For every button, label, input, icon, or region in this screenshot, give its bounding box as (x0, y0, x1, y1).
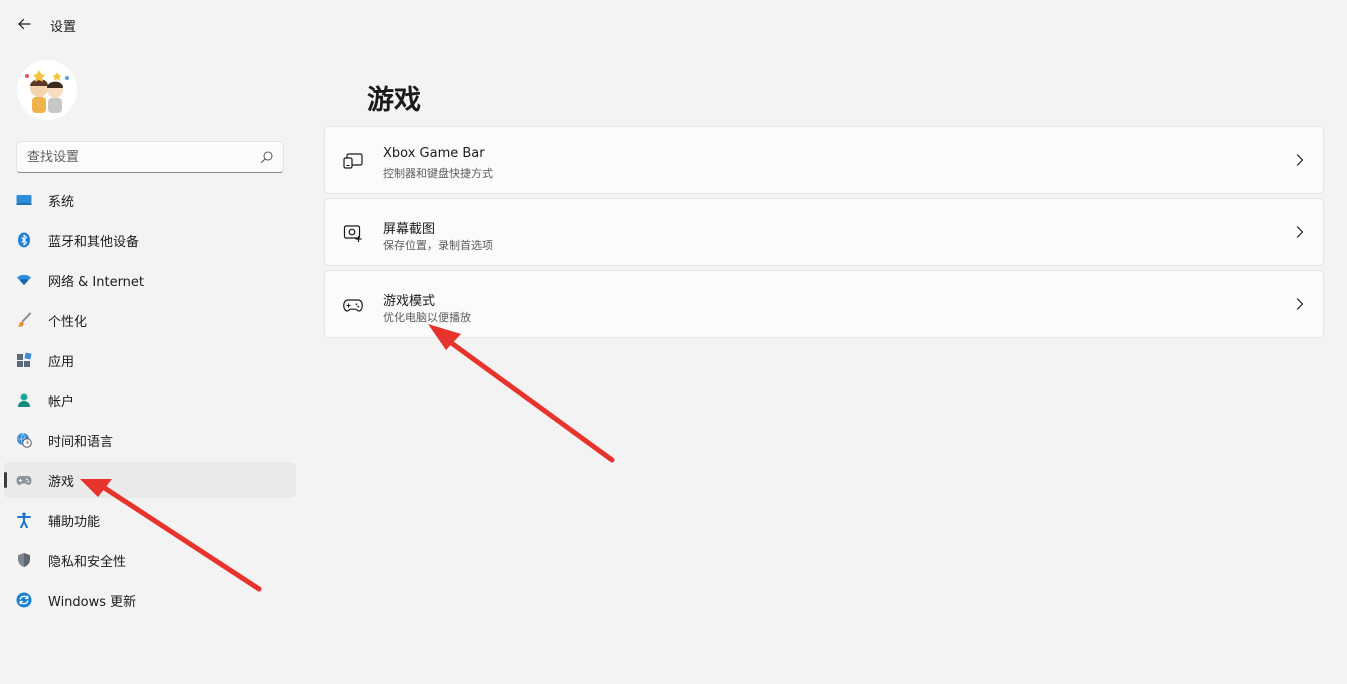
arrow-to-game-mode (428, 324, 615, 463)
selection-indicator (4, 472, 7, 488)
chevron-right-icon (1296, 154, 1304, 166)
card-subtitle: 控制器和键盘快捷方式 (383, 167, 493, 180)
bluetooth-icon (16, 232, 32, 248)
card-subtitle: 优化电脑以便播放 (383, 311, 471, 324)
sidebar-item-label: 时间和语言 (48, 434, 114, 450)
shield-icon (16, 552, 32, 568)
card-xbox-game-bar[interactable]: Xbox Game Bar 控制器和键盘快捷方式 (324, 126, 1324, 194)
game-bar-icon (343, 151, 363, 171)
page-title: 游戏 (367, 85, 421, 116)
sidebar-item-label: 游戏 (48, 474, 75, 490)
card-title: Xbox Game Bar (383, 146, 485, 161)
wifi-icon (16, 272, 32, 288)
sidebar-item-windows-update[interactable]: Windows 更新 (4, 582, 296, 618)
sidebar-item-time-language[interactable]: 时间和语言 (4, 422, 296, 458)
gamepad-icon (16, 472, 32, 488)
capture-icon (343, 223, 363, 243)
sidebar-item-label: 帐户 (48, 394, 75, 410)
sidebar-item-personalization[interactable]: 个性化 (4, 302, 296, 338)
search-icon[interactable] (260, 150, 274, 164)
sidebar-item-label: 个性化 (48, 314, 88, 330)
card-game-mode[interactable]: 游戏模式 优化电脑以便播放 (324, 270, 1324, 338)
game-mode-icon (343, 295, 363, 315)
card-captures[interactable]: 屏幕截图 保存位置，录制首选项 (324, 198, 1324, 266)
settings-window: 设置 系统 (0, 0, 1347, 684)
sidebar-item-label: 应用 (48, 354, 75, 370)
back-button[interactable] (10, 10, 38, 38)
sidebar-item-system[interactable]: 系统 (4, 182, 296, 218)
sidebar-item-privacy[interactable]: 隐私和安全性 (4, 542, 296, 578)
sidebar-item-label: 网络 & Internet (48, 274, 145, 290)
avatar-image (17, 60, 77, 120)
sidebar-item-bluetooth[interactable]: 蓝牙和其他设备 (4, 222, 296, 258)
apps-icon (16, 352, 32, 368)
sidebar-item-label: Windows 更新 (48, 594, 137, 610)
chevron-right-icon (1296, 226, 1304, 238)
sidebar-item-label: 隐私和安全性 (48, 554, 127, 570)
sidebar-item-accessibility[interactable]: 辅助功能 (4, 502, 296, 538)
sidebar-item-gaming[interactable]: 游戏 (4, 462, 296, 498)
window-title: 设置 (50, 20, 77, 35)
sidebar-item-label: 蓝牙和其他设备 (48, 234, 140, 250)
chevron-right-icon (1296, 298, 1304, 310)
sidebar-item-label: 系统 (48, 194, 75, 210)
search-box[interactable] (16, 141, 284, 173)
update-icon (16, 592, 32, 608)
search-input[interactable] (27, 149, 257, 165)
settings-card-list: Xbox Game Bar 控制器和键盘快捷方式 屏幕截图 保存位置，录制首选项… (324, 126, 1324, 342)
sidebar-item-accounts[interactable]: 帐户 (4, 382, 296, 418)
sidebar-item-apps[interactable]: 应用 (4, 342, 296, 378)
sidebar-item-label: 辅助功能 (48, 514, 101, 530)
avatar[interactable] (17, 60, 77, 120)
back-arrow-icon (18, 18, 31, 30)
card-subtitle: 保存位置，录制首选项 (383, 239, 493, 252)
sidebar-item-network[interactable]: 网络 & Internet (4, 262, 296, 298)
card-title: 屏幕截图 (383, 222, 436, 237)
title-bar: 设置 (0, 0, 1347, 48)
brush-icon (16, 312, 32, 328)
globe-clock-icon (16, 432, 32, 448)
sidebar-nav: 系统 蓝牙和其他设备 网络 & Internet 个性化 应用 帐户 时间和语言… (4, 182, 296, 622)
accessibility-icon (16, 512, 32, 528)
person-icon (16, 392, 32, 408)
card-title: 游戏模式 (383, 294, 436, 309)
monitor-icon (16, 192, 32, 208)
